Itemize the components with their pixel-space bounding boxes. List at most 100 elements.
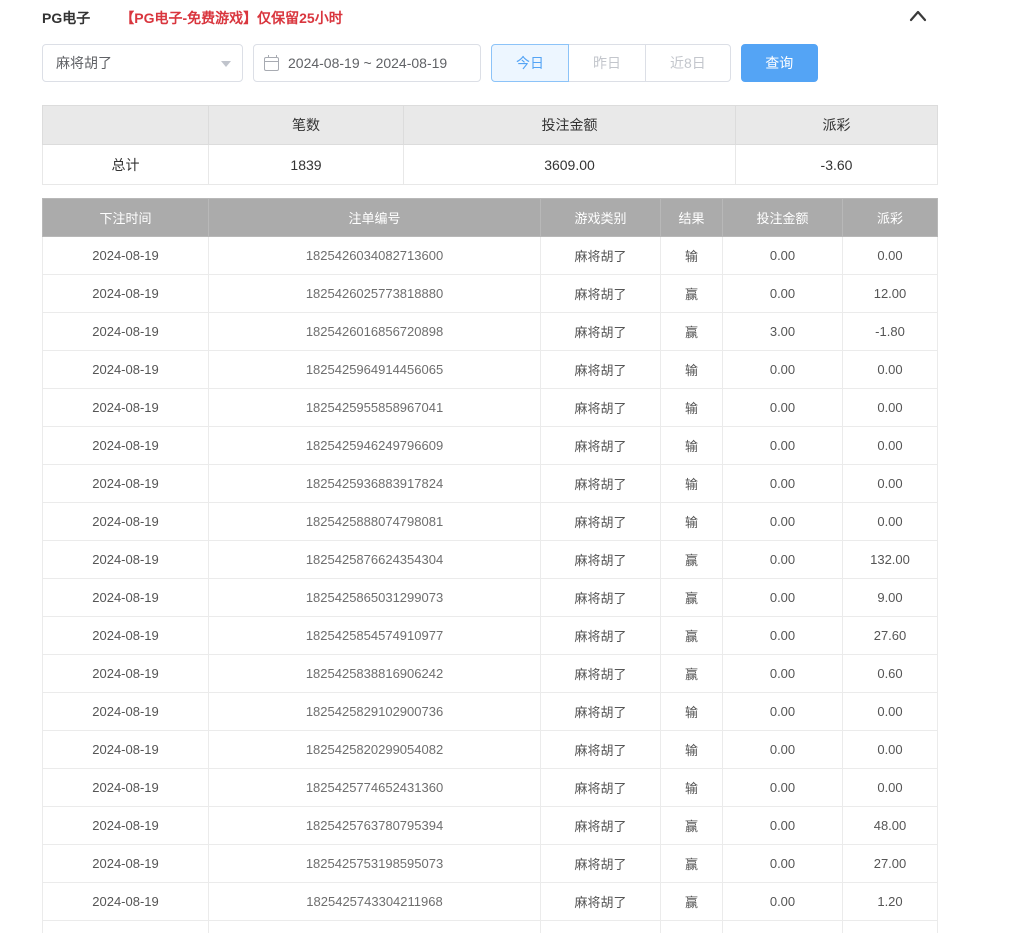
- cell-bet-amount: 0.00: [723, 769, 843, 807]
- col-header-bet-time: 下注时间: [43, 199, 209, 237]
- table-row: 2024-08-19 1825425964914456065 麻将胡了 输 0.…: [43, 351, 938, 389]
- cell-game-type: 麻将胡了: [541, 807, 661, 845]
- cell-bet-time: 2024-08-19: [43, 503, 209, 541]
- last-8-days-button[interactable]: 近8日: [645, 44, 731, 82]
- cell-result: 输: [661, 731, 723, 769]
- table-row: 2024-08-19 1825425829102900736 麻将胡了 输 0.…: [43, 693, 938, 731]
- cell-result: 赢: [661, 617, 723, 655]
- cell-order-id: 1825426016856720898: [209, 313, 541, 351]
- cell-result: 赢: [661, 275, 723, 313]
- cell-order-id: 1825425829102900736: [209, 693, 541, 731]
- cell-game-type: 麻将胡了: [541, 769, 661, 807]
- cell-payout: -1.80: [843, 313, 938, 351]
- cell-bet-amount: 0.00: [723, 389, 843, 427]
- cell-payout: 0.00: [843, 427, 938, 465]
- yesterday-button[interactable]: 昨日: [568, 44, 646, 82]
- cell-bet-time: 2024-08-19: [43, 731, 209, 769]
- cell-game-type: 麻将胡了: [541, 351, 661, 389]
- cell-bet-amount: 0.00: [723, 883, 843, 921]
- cell-bet-time: 2024-08-19: [43, 693, 209, 731]
- cell-payout: 1.20: [843, 921, 938, 933]
- cell-payout: 132.00: [843, 541, 938, 579]
- table-row: 2024-08-19 1825425774652431360 麻将胡了 输 0.…: [43, 769, 938, 807]
- cell-bet-amount: 0.00: [723, 921, 843, 933]
- cell-bet-time: 2024-08-19: [43, 921, 209, 933]
- search-button[interactable]: 查询: [741, 44, 818, 82]
- cell-bet-amount: 0.00: [723, 275, 843, 313]
- records-table: 下注时间 注单编号 游戏类别 结果 投注金额 派彩 2024-08-19 182…: [42, 198, 938, 933]
- summary-total-row: 总计 1839 3609.00 -3.60: [43, 145, 938, 185]
- cell-result: 赢: [661, 921, 723, 933]
- table-row: 2024-08-19 1825426034082713600 麻将胡了 输 0.…: [43, 237, 938, 275]
- cell-result: 赢: [661, 655, 723, 693]
- cell-payout: 0.00: [843, 465, 938, 503]
- cell-game-type: 麻将胡了: [541, 503, 661, 541]
- cell-bet-amount: 0.00: [723, 541, 843, 579]
- table-row: 2024-08-19 1825425753198595073 麻将胡了 赢 0.…: [43, 845, 938, 883]
- table-row: 2024-08-19 1825425854574910977 麻将胡了 赢 0.…: [43, 617, 938, 655]
- summary-header-blank: [43, 106, 209, 145]
- cell-game-type: 麻将胡了: [541, 389, 661, 427]
- chevron-up-icon: [908, 9, 928, 23]
- cell-bet-time: 2024-08-19: [43, 389, 209, 427]
- table-row: 2024-08-19 1825426025773818880 麻将胡了 赢 0.…: [43, 275, 938, 313]
- col-header-game-type: 游戏类别: [541, 199, 661, 237]
- summary-header-payout: 派彩: [736, 106, 938, 145]
- summary-count-value: 1839: [209, 145, 404, 185]
- summary-total-label: 总计: [43, 145, 209, 185]
- cell-payout: 0.00: [843, 237, 938, 275]
- cell-bet-time: 2024-08-19: [43, 541, 209, 579]
- cell-bet-time: 2024-08-19: [43, 807, 209, 845]
- date-range-value: 2024-08-19 ~ 2024-08-19: [288, 55, 447, 71]
- cell-bet-time: 2024-08-19: [43, 617, 209, 655]
- collapse-button[interactable]: [907, 6, 929, 26]
- table-row: 2024-08-19 1825426016856720898 麻将胡了 赢 3.…: [43, 313, 938, 351]
- quick-date-button-group: 今日 昨日 近8日: [491, 44, 731, 82]
- cell-bet-amount: 0.00: [723, 427, 843, 465]
- date-range-input[interactable]: 2024-08-19 ~ 2024-08-19: [253, 44, 481, 82]
- summary-payout-value: -3.60: [736, 145, 938, 185]
- cell-result: 输: [661, 769, 723, 807]
- cell-order-id: 1825425946249796609: [209, 427, 541, 465]
- cell-result: 输: [661, 693, 723, 731]
- summary-header-count: 笔数: [209, 106, 404, 145]
- cell-game-type: 麻将胡了: [541, 617, 661, 655]
- cell-bet-amount: 0.00: [723, 503, 843, 541]
- cell-result: 赢: [661, 845, 723, 883]
- table-row: 2024-08-19 1825425743304211968 麻将胡了 赢 0.…: [43, 883, 938, 921]
- cell-order-id: 1825425888074798081: [209, 503, 541, 541]
- cell-payout: 12.00: [843, 275, 938, 313]
- cell-result: 输: [661, 427, 723, 465]
- cell-order-id: 1825425865031299073: [209, 579, 541, 617]
- col-header-result: 结果: [661, 199, 723, 237]
- cell-result: 赢: [661, 579, 723, 617]
- cell-payout: 0.00: [843, 731, 938, 769]
- cell-result: 输: [661, 389, 723, 427]
- cell-game-type: 麻将胡了: [541, 541, 661, 579]
- cell-payout: 0.00: [843, 351, 938, 389]
- cell-order-id: 1825425763780795394: [209, 807, 541, 845]
- col-header-order-id: 注单编号: [209, 199, 541, 237]
- records-body: 2024-08-19 1825426034082713600 麻将胡了 输 0.…: [43, 237, 938, 933]
- cell-result: 赢: [661, 313, 723, 351]
- game-select[interactable]: 麻将胡了: [42, 44, 243, 82]
- cell-bet-time: 2024-08-19: [43, 883, 209, 921]
- table-row: 2024-08-19 1825425838816906242 麻将胡了 赢 0.…: [43, 655, 938, 693]
- cell-bet-amount: 0.00: [723, 693, 843, 731]
- cell-bet-amount: 0.00: [723, 807, 843, 845]
- cell-order-id: 1825425936883917824: [209, 465, 541, 503]
- cell-payout: 0.00: [843, 693, 938, 731]
- cell-payout: 27.60: [843, 617, 938, 655]
- col-header-payout: 派彩: [843, 199, 938, 237]
- cell-bet-time: 2024-08-19: [43, 769, 209, 807]
- table-row: 2024-08-19 1825425763780795394 麻将胡了 赢 0.…: [43, 807, 938, 845]
- cell-game-type: 麻将胡了: [541, 465, 661, 503]
- cell-order-id: 1825425876624354304: [209, 541, 541, 579]
- today-button[interactable]: 今日: [491, 44, 569, 82]
- filter-bar: 麻将胡了 2024-08-19 ~ 2024-08-19 今日 昨日 近8日 查…: [42, 44, 937, 82]
- table-row: 2024-08-19 1825425946249796609 麻将胡了 输 0.…: [43, 427, 938, 465]
- cell-order-id: 1825425753198595073: [209, 845, 541, 883]
- top-bar: PG电子 【PG电子-免费游戏】仅保留25小时: [42, 6, 937, 30]
- table-row: 2024-08-19 1825425888074798081 麻将胡了 输 0.…: [43, 503, 938, 541]
- cell-result: 赢: [661, 541, 723, 579]
